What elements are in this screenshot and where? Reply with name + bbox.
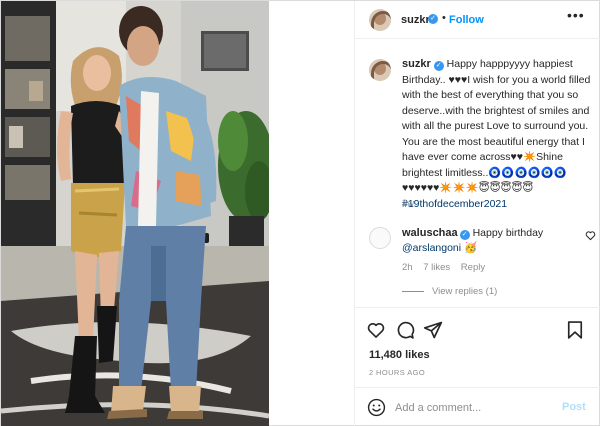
commenter-verified-badge-icon: ✓ — [459, 230, 470, 240]
comment-mention[interactable]: @arslangoni — [402, 242, 461, 254]
verified-badge-icon: ✓ — [428, 14, 438, 24]
replies-divider-line — [402, 290, 424, 292]
view-replies-label: View replies (1) — [432, 286, 498, 297]
comment-likes-count[interactable]: 7 likes — [423, 262, 450, 273]
follow-button[interactable]: Follow — [449, 14, 484, 26]
likes-count[interactable]: 11,480 likes — [369, 349, 430, 361]
commenter-avatar[interactable] — [369, 227, 391, 249]
reply-button[interactable]: Reply — [461, 262, 485, 273]
comment-item: waluschaa ✓ Happy birthday @arslangoni 🥳 … — [369, 226, 596, 276]
comment-text: waluschaa ✓ Happy birthday @arslangoni 🥳 — [402, 226, 574, 256]
caption-verified-badge-icon: ✓ — [433, 61, 444, 71]
post-timestamp[interactable]: 2 HOURS AGO — [369, 368, 425, 377]
view-replies-button[interactable]: View replies (1) — [402, 286, 497, 297]
caption-username[interactable]: suzkr — [402, 58, 431, 70]
comment-input[interactable] — [395, 399, 555, 417]
send-icon[interactable] — [423, 320, 443, 340]
comment-like-heart-icon[interactable] — [585, 230, 596, 241]
caption-text-block: suzkr ✓ Happy happpyyyy happiest Birthday… — [402, 57, 594, 212]
comment-emoji: 🥳 — [464, 242, 478, 254]
comment-timestamp[interactable]: 2h — [402, 262, 413, 273]
separator-dot: • — [442, 12, 446, 24]
commenter-username[interactable]: waluschaa — [402, 227, 458, 239]
caption-body: Happy happpyyyy happiest Birthday.. ♥♥♥I… — [402, 58, 591, 194]
caption-timestamp[interactable]: 2w — [402, 198, 414, 209]
comment-body: Happy birthday — [472, 227, 544, 239]
post-photo[interactable] — [1, 1, 269, 426]
caption-avatar[interactable] — [369, 59, 391, 81]
author-avatar[interactable] — [369, 9, 391, 31]
emoji-icon[interactable] — [367, 398, 386, 417]
comment-icon[interactable] — [395, 320, 415, 340]
comment-meta: 2h 7 likes Reply — [402, 262, 493, 273]
bookmark-icon[interactable] — [565, 320, 585, 340]
instagram-post: suzkr ✓ • Follow ••• suzkr ✓ Happy happpy… — [0, 0, 600, 426]
more-options-icon[interactable]: ••• — [567, 7, 585, 23]
post-header: suzkr ✓ • Follow ••• — [355, 1, 600, 39]
author-username[interactable]: suzkr — [401, 14, 430, 26]
post-comment-button[interactable]: Post — [562, 401, 586, 413]
heart-icon[interactable] — [366, 320, 386, 340]
add-comment-bar: Post — [355, 387, 600, 426]
post-details-panel: suzkr ✓ • Follow ••• suzkr ✓ Happy happpy… — [354, 1, 600, 426]
caption-hashtag[interactable]: #19thofdecember2021 — [402, 198, 507, 210]
post-actions: 11,480 likes 2 HOURS AGO — [355, 307, 600, 389]
photo-couple — [1, 1, 269, 426]
